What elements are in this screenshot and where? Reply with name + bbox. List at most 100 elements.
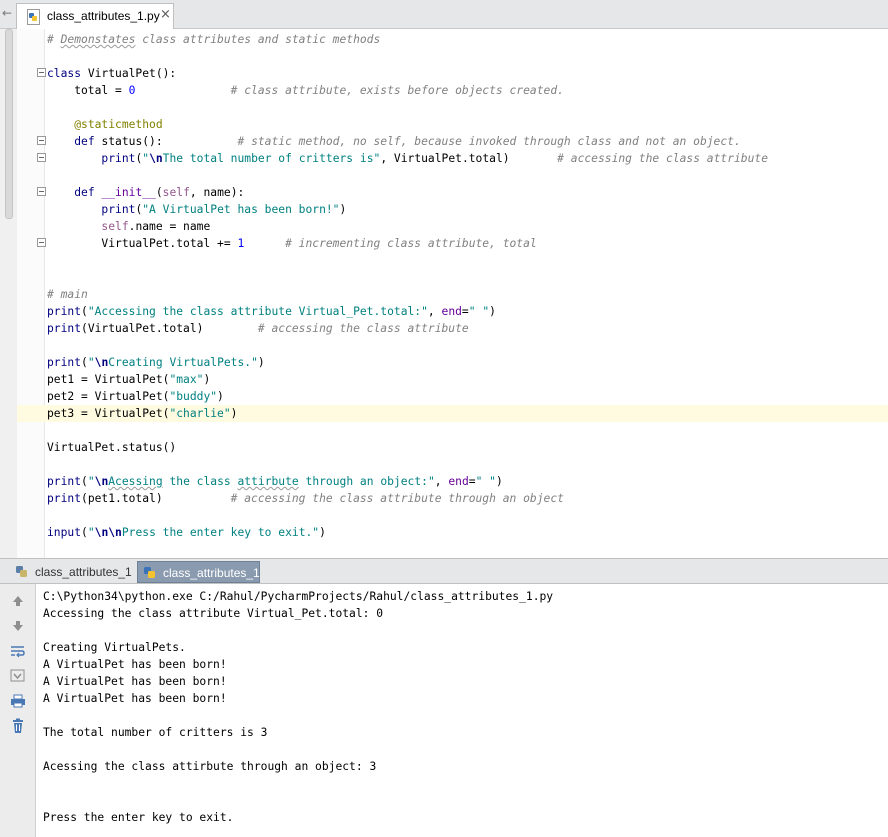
python-run-icon xyxy=(15,564,29,586)
code-token: " " xyxy=(468,305,490,318)
code-token: class attributes and static methods xyxy=(135,33,381,46)
code-token: \n\n xyxy=(94,526,122,539)
code-line[interactable]: print(pet1.total) # accessing the class … xyxy=(0,490,888,507)
console-line: The total number of critters is 3 xyxy=(43,726,268,739)
code-line[interactable]: print("A VirtualPet has been born!") xyxy=(0,201,888,218)
code-token: print xyxy=(47,322,82,335)
print-icon[interactable] xyxy=(9,692,27,710)
arrow-down-icon[interactable] xyxy=(9,617,27,635)
code-token: ( xyxy=(81,305,88,318)
code-line[interactable]: def __init__(self, name): xyxy=(0,184,888,201)
code-line-text: print(pet1.total) # accessing the class … xyxy=(47,490,564,507)
code-token: , xyxy=(434,475,449,488)
code-line[interactable]: pet2 = VirtualPet("buddy") xyxy=(0,388,888,405)
console-line: A VirtualPet has been born! xyxy=(43,692,227,705)
run-tab-label: class_attributes_1 xyxy=(35,565,132,579)
code-line[interactable]: pet1 = VirtualPet("max") xyxy=(0,371,888,388)
code-line-text: print("Accessing the class attribute Vir… xyxy=(47,303,496,320)
run-tab-label: class_attributes_1 xyxy=(163,566,260,580)
editor-tab-class-attributes[interactable]: class_attributes_1.py × xyxy=(16,3,174,29)
code-line[interactable]: @staticmethod xyxy=(0,116,888,133)
code-line-text: # main xyxy=(47,286,88,303)
arrow-up-icon[interactable] xyxy=(9,592,27,610)
run-tab[interactable]: class_attributes_1 xyxy=(10,561,132,583)
code-line[interactable] xyxy=(0,422,888,439)
code-line[interactable]: print("\nAcessing the class attirbute th… xyxy=(0,473,888,490)
code-token: .name = name xyxy=(128,220,211,233)
code-line[interactable]: VirtualPet.total += 1 # incrementing cla… xyxy=(0,235,888,252)
code-token: print xyxy=(47,492,82,505)
code-line[interactable]: # main xyxy=(0,286,888,303)
console-line: Acessing the class attirbute through an … xyxy=(43,760,377,773)
code-token: # accessing the class attribute through … xyxy=(230,492,564,505)
code-token: , xyxy=(427,305,442,318)
code-line[interactable]: def status(): # static method, no self, … xyxy=(0,133,888,150)
code-token: # main xyxy=(47,288,88,301)
code-line[interactable] xyxy=(0,456,888,473)
code-token: input xyxy=(47,526,82,539)
run-console[interactable]: C:\Python34\python.exe C:/Rahul/PycharmP… xyxy=(0,584,888,837)
code-token: The total number of critters is" xyxy=(162,152,381,165)
code-token: attirbute xyxy=(237,475,299,488)
code-token: # static method, no self, because invoke… xyxy=(237,135,741,148)
code-line[interactable] xyxy=(0,48,888,65)
code-editor[interactable]: # Demonstates class attributes and stati… xyxy=(0,29,888,558)
code-token: \n xyxy=(94,356,109,369)
code-token: ) xyxy=(217,390,224,403)
code-token: ) xyxy=(203,373,211,386)
close-tab-icon[interactable]: × xyxy=(160,7,171,22)
code-token: \n xyxy=(94,475,109,488)
code-line[interactable]: total = 0 # class attribute, exists befo… xyxy=(0,82,888,99)
code-token: " xyxy=(87,475,95,488)
code-token: self xyxy=(101,220,129,233)
editor-tab-label: class_attributes_1.py xyxy=(47,9,160,23)
code-token: , name): xyxy=(189,186,245,199)
code-line[interactable] xyxy=(0,252,888,269)
code-line-text: @staticmethod xyxy=(47,116,162,133)
code-token: pet1 = VirtualPet( xyxy=(47,373,170,386)
code-line[interactable]: print("\nCreating VirtualPets.") xyxy=(0,354,888,371)
code-line[interactable]: print(VirtualPet.total) # accessing the … xyxy=(0,320,888,337)
code-token: print xyxy=(47,305,82,318)
code-token: "buddy" xyxy=(169,390,218,403)
soft-wrap-icon[interactable] xyxy=(9,642,27,660)
editor-tab-bar: ← class_attributes_1.py × xyxy=(0,0,888,29)
code-token: \n xyxy=(149,152,163,165)
code-token: Acessing xyxy=(108,475,163,488)
code-line[interactable]: print("Accessing the class attribute Vir… xyxy=(0,303,888,320)
code-token: Demonstates xyxy=(60,33,136,46)
code-line[interactable] xyxy=(0,269,888,286)
code-token: end xyxy=(441,305,462,318)
code-line[interactable]: print("\nThe total number of critters is… xyxy=(0,150,888,167)
code-line[interactable]: # Demonstates class attributes and stati… xyxy=(0,31,888,48)
back-arrow-icon[interactable]: ← xyxy=(0,0,14,28)
code-line[interactable]: class VirtualPet(): xyxy=(0,65,888,82)
code-token: "charlie" xyxy=(169,407,231,420)
code-line[interactable] xyxy=(0,167,888,184)
code-line[interactable]: VirtualPet.status() xyxy=(0,439,888,456)
code-line[interactable] xyxy=(0,507,888,524)
code-line[interactable]: input("\n\nPress the enter key to exit."… xyxy=(0,524,888,541)
code-line[interactable]: self.name = name xyxy=(0,218,888,235)
code-token: ) xyxy=(257,356,265,369)
code-token: Press the enter key to exit." xyxy=(121,526,320,539)
code-token: pet2 = VirtualPet( xyxy=(47,390,170,403)
trash-icon[interactable] xyxy=(9,717,27,735)
scroll-to-end-icon[interactable] xyxy=(9,667,27,685)
code-line[interactable] xyxy=(0,337,888,354)
code-token: = xyxy=(461,305,469,318)
console-line: A VirtualPet has been born! xyxy=(43,675,227,688)
code-token: " " xyxy=(475,475,496,488)
run-tab-bar: class_attributes_1 class_attributes_1 xyxy=(0,558,888,584)
code-token: ( xyxy=(81,475,88,488)
code-line[interactable] xyxy=(0,99,888,116)
run-tab-active[interactable]: class_attributes_1 xyxy=(137,561,260,583)
current-code-line[interactable]: pet3 = VirtualPet("charlie") xyxy=(17,405,888,422)
code-line-text: def __init__(self, name): xyxy=(47,184,244,201)
code-line-text: total = 0 # class attribute, exists befo… xyxy=(47,82,564,99)
code-token: VirtualPet(): xyxy=(87,67,177,80)
